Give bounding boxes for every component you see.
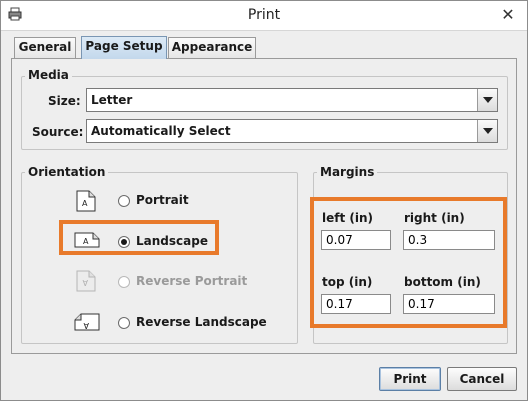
page-setup-panel: Media Size: Letter Source: Automatically… — [11, 58, 517, 354]
landscape-label: Landscape — [136, 234, 208, 248]
print-dialog: Print ✕ General Page Setup Appearance Me… — [0, 0, 528, 401]
landscape-page-icon: A — [74, 232, 100, 252]
window-title: Print — [247, 7, 281, 23]
media-group-title: Media — [25, 68, 72, 82]
chevron-down-icon — [483, 97, 493, 103]
source-label: Source: — [32, 125, 84, 139]
size-value: Letter — [91, 93, 133, 107]
reverse-portrait-radio — [118, 276, 130, 288]
portrait-page-icon: A — [76, 190, 102, 212]
svg-text:A: A — [83, 237, 89, 246]
bottom-margin-label: bottom (in) — [404, 275, 481, 289]
margins-group-title: Margins — [317, 165, 378, 179]
size-dropdown-arrow[interactable] — [477, 89, 497, 111]
print-button-label: Print — [393, 372, 427, 386]
tab-page-setup-label: Page Setup — [85, 39, 163, 53]
reverse-portrait-page-icon: A — [76, 270, 102, 292]
size-label: Size: — [48, 94, 81, 108]
tab-appearance-label: Appearance — [171, 40, 253, 54]
landscape-radio[interactable] — [118, 236, 130, 248]
source-combo[interactable]: Automatically Select — [86, 119, 498, 143]
chevron-down-icon — [483, 128, 493, 134]
title-bar: Print ✕ — [1, 1, 527, 31]
source-value: Automatically Select — [91, 124, 231, 138]
left-margin-label: left (in) — [322, 211, 374, 225]
reverse-landscape-page-icon: A — [74, 313, 100, 333]
svg-text:A: A — [82, 278, 88, 287]
reverse-landscape-label: Reverse Landscape — [136, 315, 267, 329]
left-margin-field[interactable] — [321, 230, 391, 250]
portrait-label: Portrait — [136, 193, 189, 207]
top-margin-label: top (in) — [322, 275, 373, 289]
right-margin-field[interactable] — [403, 230, 495, 250]
svg-text:A: A — [83, 321, 89, 330]
top-margin-field[interactable] — [321, 294, 391, 314]
reverse-landscape-radio[interactable] — [118, 317, 130, 329]
print-button[interactable]: Print — [379, 367, 441, 391]
close-icon[interactable]: ✕ — [497, 5, 519, 25]
reverse-portrait-label: Reverse Portrait — [136, 274, 248, 288]
tab-general-label: General — [18, 40, 72, 54]
svg-text:A: A — [82, 199, 88, 208]
tab-general[interactable]: General — [14, 37, 76, 58]
orientation-group-title: Orientation — [25, 165, 109, 179]
size-combo[interactable]: Letter — [86, 88, 498, 112]
source-dropdown-arrow[interactable] — [477, 120, 497, 142]
bottom-margin-field[interactable] — [403, 294, 495, 314]
right-margin-label: right (in) — [404, 211, 465, 225]
tab-appearance[interactable]: Appearance — [168, 37, 256, 58]
portrait-radio[interactable] — [118, 195, 130, 207]
cancel-button-label: Cancel — [459, 372, 505, 386]
tab-page-setup[interactable]: Page Setup — [81, 36, 167, 59]
cancel-button[interactable]: Cancel — [447, 367, 517, 391]
